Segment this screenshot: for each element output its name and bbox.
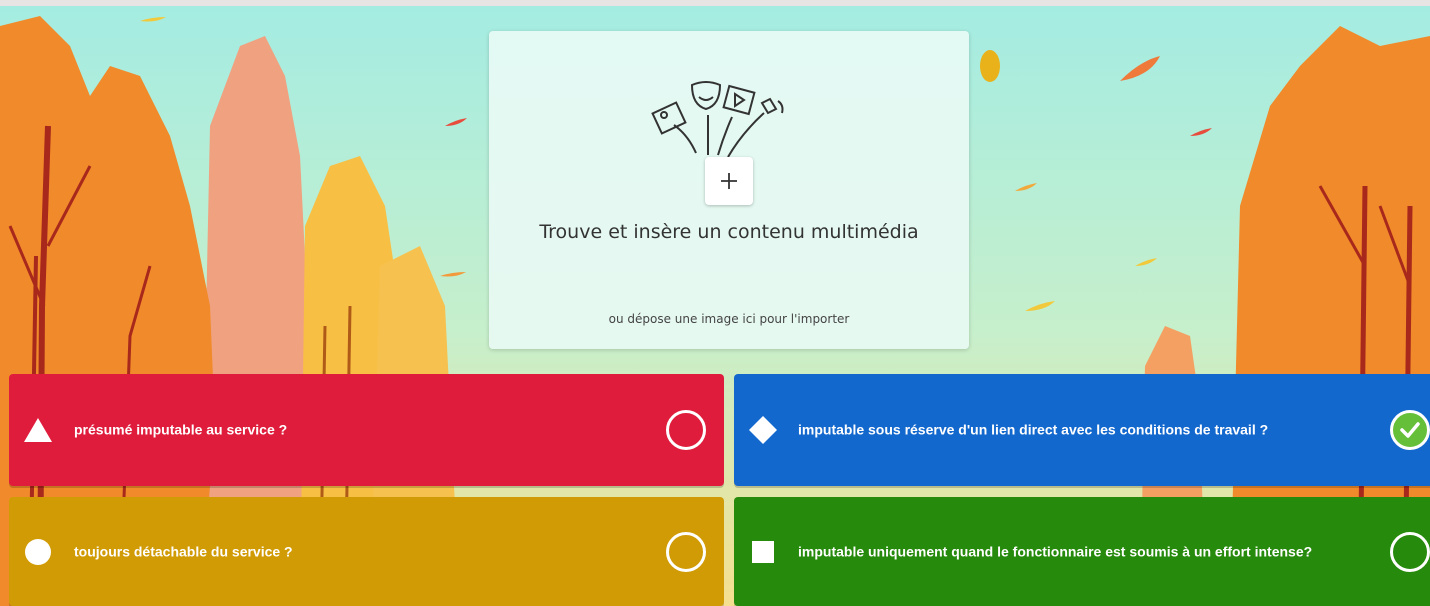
checkmark-icon bbox=[1400, 422, 1420, 438]
media-insert-panel[interactable]: Trouve et insère un contenu multimédia o… bbox=[489, 31, 969, 349]
correct-toggle-circle[interactable] bbox=[666, 531, 706, 572]
answer-text[interactable]: imputable uniquement quand le fonctionna… bbox=[798, 543, 1358, 560]
answer-red-triangle[interactable]: présumé imputable au service ? bbox=[9, 374, 724, 486]
video-icon bbox=[722, 84, 756, 116]
add-media-button[interactable] bbox=[705, 157, 753, 205]
answer-text[interactable]: toujours détachable du service ? bbox=[74, 543, 293, 560]
speaker-icon bbox=[760, 97, 784, 115]
circle-icon bbox=[23, 537, 53, 567]
answer-yellow-circle[interactable]: toujours détachable du service ? bbox=[9, 497, 724, 606]
diamond-icon bbox=[748, 415, 778, 445]
answer-text[interactable]: imputable sous réserve d'un lien direct … bbox=[798, 422, 1358, 439]
theatre-mask-icon bbox=[690, 81, 722, 111]
correct-toggle-circle[interactable] bbox=[666, 410, 706, 450]
correct-toggle-circle[interactable] bbox=[1390, 531, 1430, 572]
answer-green-square[interactable]: imputable uniquement quand le fonctionna… bbox=[734, 497, 1430, 606]
triangle-icon bbox=[23, 415, 53, 445]
quiz-editor: Trouve et insère un contenu multimédia o… bbox=[0, 0, 1430, 606]
answer-text[interactable]: présumé imputable au service ? bbox=[74, 422, 287, 439]
insert-media-title: Trouve et insère un contenu multimédia bbox=[539, 221, 919, 243]
media-illustration bbox=[651, 81, 784, 158]
plus-icon bbox=[721, 173, 737, 189]
drop-image-hint: ou dépose une image ici pour l'importer bbox=[608, 312, 850, 326]
answer-blue-diamond[interactable]: imputable sous réserve d'un lien direct … bbox=[734, 374, 1430, 486]
correct-toggle-checked[interactable] bbox=[1390, 410, 1430, 450]
square-icon bbox=[748, 537, 778, 567]
image-icon bbox=[651, 101, 687, 135]
